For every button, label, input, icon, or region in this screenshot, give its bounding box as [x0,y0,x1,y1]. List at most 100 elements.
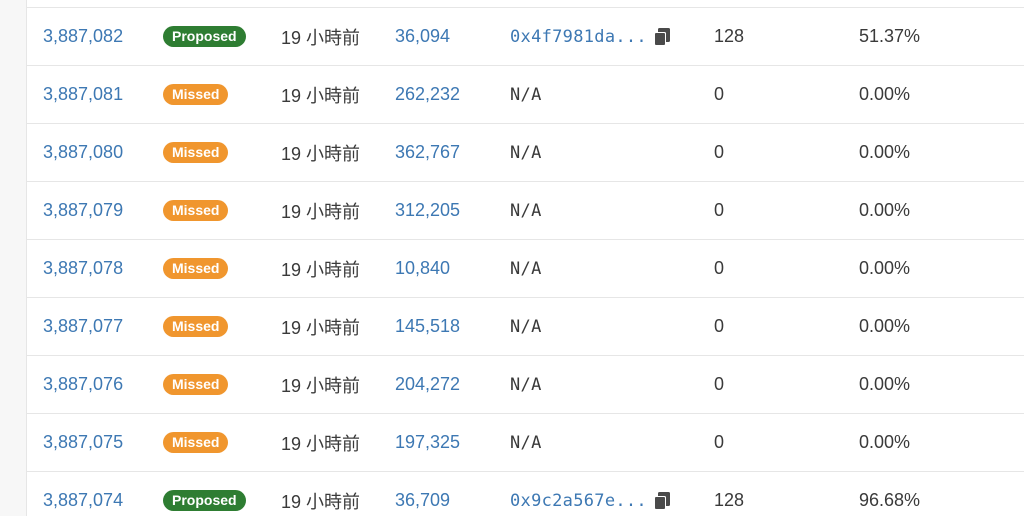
age-cell: 19 小時前 [281,472,360,516]
root-hash-link[interactable]: 0x9c2a567e... [510,491,647,511]
block-cell: 362,767 [395,124,460,181]
root-hash-link[interactable]: 0x4f7981da... [510,27,647,47]
table-row[interactable]: 3,887,080 Missed 19 小時前 362,767 N/A 0 0.00% [27,124,1024,182]
table-row[interactable]: 3,887,074 Proposed 19 小時前 36,709 0x9c2a567e.… [27,472,1024,516]
table-row[interactable]: 3,887,076 Missed 19 小時前 204,272 N/A 0 0.00% [27,356,1024,414]
table-row[interactable]: 3,887,082 Proposed 19 小時前 36,094 0x4f7981da.… [27,8,1024,66]
block-link[interactable]: 204,272 [395,374,460,395]
slot-link[interactable]: 3,887,075 [43,432,123,453]
age-cell: 19 小時前 [281,356,360,413]
block-cell: 204,272 [395,356,460,413]
attestations-cell: 0 [714,414,724,471]
root-cell: N/A [510,298,542,355]
age-text: 19 小時前 [281,259,361,280]
slot-link[interactable]: 3,887,081 [43,84,123,105]
participation-rate: 0.00% [859,316,911,336]
attestations-cell: 0 [714,356,724,413]
root-hash-text: N/A [510,258,542,279]
status-badge: Proposed [163,26,246,47]
table-top-edge [27,0,1024,8]
age-text: 19 小時前 [281,491,361,512]
status-cell: Missed [163,182,229,239]
participation-rate: 0.00% [859,432,911,452]
block-cell: 262,232 [395,66,460,123]
participation-cell: 0.00% [859,298,910,355]
attestations-count: 0 [714,200,725,220]
root-cell: N/A [510,240,542,297]
slot-link[interactable]: 3,887,076 [43,374,123,395]
page: 3,887,082 Proposed 19 小時前 36,094 0x4f7981da.… [0,0,1024,516]
slot-link[interactable]: 3,887,074 [43,490,123,511]
block-link[interactable]: 197,325 [395,432,460,453]
age-cell: 19 小時前 [281,414,360,471]
status-cell: Proposed [163,8,246,65]
table-row[interactable]: 3,887,079 Missed 19 小時前 312,205 N/A 0 0.00% [27,182,1024,240]
block-cell: 145,518 [395,298,460,355]
attestations-count: 0 [714,84,725,104]
block-link[interactable]: 262,232 [395,84,460,105]
age-cell: 19 小時前 [281,124,360,181]
age-cell: 19 小時前 [281,182,360,239]
attestations-count: 0 [714,316,725,336]
root-cell: N/A [510,182,542,239]
attestations-count: 0 [714,374,725,394]
root-hash-text: N/A [510,316,542,337]
slot-link[interactable]: 3,887,079 [43,200,123,221]
block-link[interactable]: 10,840 [395,258,450,279]
attestations-cell: 0 [714,182,724,239]
block-link[interactable]: 312,205 [395,200,460,221]
copy-icon[interactable] [653,27,671,47]
slot-cell: 3,887,081 [43,66,123,123]
slot-cell: 3,887,078 [43,240,123,297]
status-cell: Missed [163,240,229,297]
slot-link[interactable]: 3,887,078 [43,258,123,279]
attestations-cell: 0 [714,66,724,123]
root-hash-text: N/A [510,374,542,395]
block-link[interactable]: 36,094 [395,26,450,47]
participation-rate: 0.00% [859,374,911,394]
age-cell: 19 小時前 [281,240,360,297]
attestations-cell: 128 [714,472,744,516]
status-badge: Missed [163,374,229,395]
age-cell: 19 小時前 [281,66,360,123]
status-badge: Missed [163,316,229,337]
participation-rate: 0.00% [859,84,911,104]
slot-cell: 3,887,076 [43,356,123,413]
participation-rate: 96.68% [859,490,921,510]
root-cell: N/A [510,414,542,471]
block-link[interactable]: 36,709 [395,490,450,511]
block-link[interactable]: 145,518 [395,316,460,337]
participation-cell: 51.37% [859,8,920,65]
block-cell: 197,325 [395,414,460,471]
block-link[interactable]: 362,767 [395,142,460,163]
attestations-count: 128 [714,490,745,510]
slot-link[interactable]: 3,887,080 [43,142,123,163]
copy-icon[interactable] [653,491,671,511]
status-badge: Proposed [163,490,246,511]
age-text: 19 小時前 [281,375,361,396]
status-cell: Missed [163,124,229,181]
attestations-cell: 128 [714,8,744,65]
attestations-count: 0 [714,432,725,452]
table-row[interactable]: 3,887,078 Missed 19 小時前 10,840 N/A 0 0.00% [27,240,1024,298]
slot-link[interactable]: 3,887,077 [43,316,123,337]
table-row[interactable]: 3,887,077 Missed 19 小時前 145,518 N/A 0 0.00% [27,298,1024,356]
root-cell: N/A [510,124,542,181]
slot-cell: 3,887,074 [43,472,123,516]
table-row[interactable]: 3,887,075 Missed 19 小時前 197,325 N/A 0 0.00% [27,414,1024,472]
status-cell: Missed [163,356,229,413]
participation-cell: 96.68% [859,472,920,516]
slot-cell: 3,887,080 [43,124,123,181]
status-badge: Missed [163,84,229,105]
participation-rate: 0.00% [859,258,911,278]
slot-link[interactable]: 3,887,082 [43,26,123,47]
participation-cell: 0.00% [859,240,910,297]
attestations-count: 128 [714,26,745,46]
age-text: 19 小時前 [281,317,361,338]
slot-cell: 3,887,082 [43,8,123,65]
table-row[interactable]: 3,887,081 Missed 19 小時前 262,232 N/A 0 0.00% [27,66,1024,124]
participation-rate: 0.00% [859,200,911,220]
participation-cell: 0.00% [859,414,910,471]
root-hash-text: N/A [510,84,542,105]
left-gutter [0,0,26,516]
